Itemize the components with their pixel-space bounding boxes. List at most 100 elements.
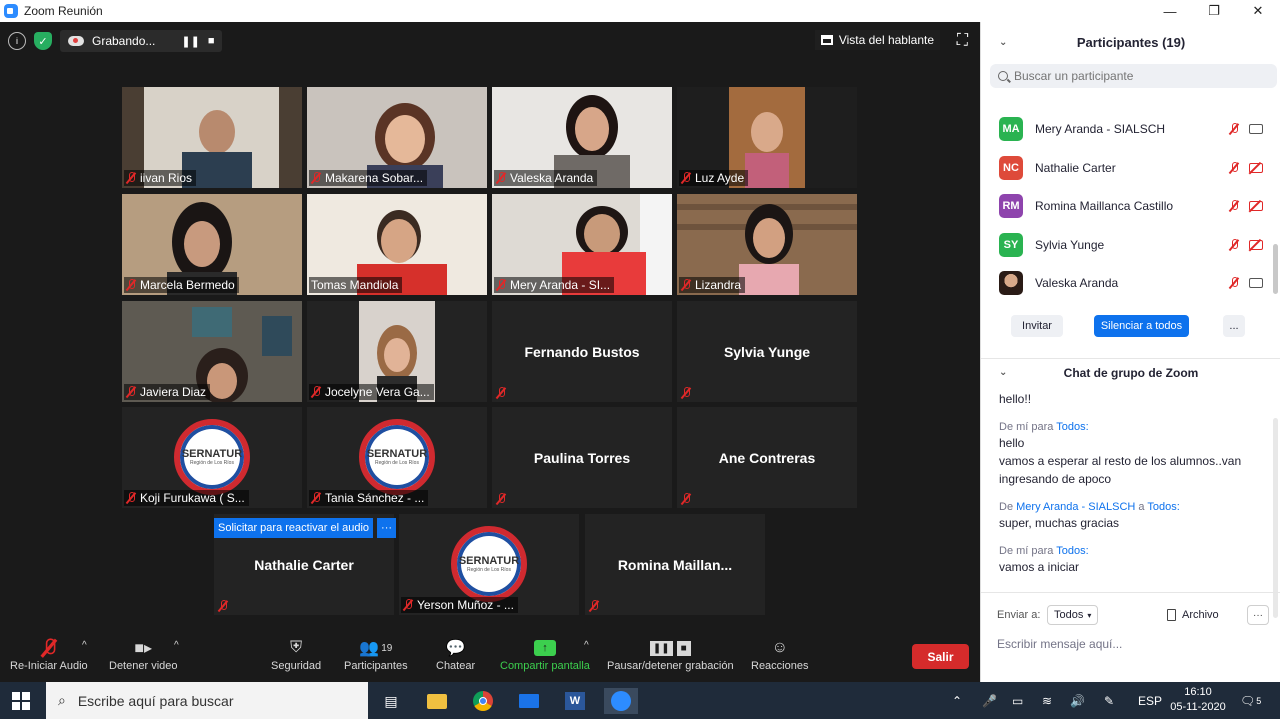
video-tile[interactable]: Valeska Aranda xyxy=(492,87,672,188)
shield-check-icon[interactable]: ✓ xyxy=(34,32,52,50)
video-tile[interactable]: Marcela Bermedo xyxy=(122,194,302,295)
meeting-area: i ✓ Grabando... ❚❚ ■ Vista del hablante … xyxy=(0,22,980,682)
tray-volume-icon[interactable]: 🔊 xyxy=(1070,682,1085,719)
tray-pen-icon[interactable]: ✎ xyxy=(1104,682,1114,719)
participant-row[interactable]: Valeska Aranda xyxy=(981,264,1271,303)
mic-muted-icon xyxy=(681,172,691,184)
chat-more-button[interactable]: ··· xyxy=(1247,605,1269,625)
mic-muted-icon xyxy=(311,172,321,184)
video-tile[interactable]: iivan Rios xyxy=(122,87,302,188)
notifications-icon[interactable]: 🗨 5 xyxy=(1240,682,1261,719)
meeting-toolbar: Re-Iniciar Audio ^ ■▸ Detener video ^ ⛨ … xyxy=(0,632,980,682)
tile-more-button[interactable]: ··· xyxy=(377,518,397,538)
participants-more-button[interactable]: ... xyxy=(1223,315,1245,337)
video-tile[interactable]: Mery Aranda - SI... xyxy=(492,194,672,295)
video-tile[interactable]: Makarena Sobar... xyxy=(307,87,487,188)
avatar: SY xyxy=(999,232,1023,257)
mute-all-button[interactable]: Silenciar a todos xyxy=(1094,315,1189,337)
avatar-photo xyxy=(999,271,1023,296)
participant-search-input[interactable] xyxy=(1014,69,1254,83)
minimize-button[interactable]: — xyxy=(1148,0,1192,22)
file-explorer-icon[interactable] xyxy=(424,688,450,714)
share-screen-button[interactable]: ↑ Compartir pantalla xyxy=(500,636,590,672)
video-tile-active-speaker[interactable]: Tomas Mandiola xyxy=(307,194,487,295)
tile-name-label: Luz Ayde xyxy=(679,170,749,186)
participant-row[interactable]: RM Romina Maillanca Castillo xyxy=(981,187,1271,226)
logo-tile[interactable]: SERNATUR Región de Los Ríos Yerson Muñoz … xyxy=(399,514,579,615)
participant-search[interactable] xyxy=(990,64,1277,88)
participant-row[interactable]: MA Mery Aranda - SIALSCH xyxy=(981,110,1271,149)
audio-options-caret-icon[interactable]: ^ xyxy=(82,640,87,651)
chevron-down-icon: ▾ xyxy=(1087,610,1092,620)
participants-button[interactable]: 👥 19 Participantes xyxy=(344,636,408,672)
participant-row[interactable]: NC Nathalie Carter xyxy=(981,149,1271,188)
name-tile[interactable]: Sylvia Yunge xyxy=(677,301,857,402)
leave-meeting-button[interactable]: Salir xyxy=(912,644,969,669)
sernatur-logo: SERNATUR Región de Los Ríos xyxy=(174,419,250,495)
mic-muted-icon xyxy=(589,600,599,612)
info-icon[interactable]: i xyxy=(8,32,26,50)
close-button[interactable]: ✕ xyxy=(1236,0,1280,22)
logo-tile[interactable]: SERNATUR Región de Los Ríos Koji Furukawa… xyxy=(122,407,302,508)
tray-mic-icon[interactable]: 🎤 xyxy=(982,682,997,719)
taskbar-clock[interactable]: 16:10 05-11-2020 xyxy=(1166,685,1230,715)
name-tile[interactable]: Ane Contreras xyxy=(677,407,857,508)
tile-name-label: Lizandra xyxy=(679,277,746,293)
recording-indicator: Grabando... ❚❚ ■ xyxy=(60,30,223,52)
collapse-chevron-icon[interactable]: ⌄ xyxy=(999,37,1007,48)
pause-stop-icon: ❚❚ ■ xyxy=(649,636,691,660)
video-tile[interactable]: Lizandra xyxy=(677,194,857,295)
shield-icon: ⛨ xyxy=(290,639,303,656)
tray-expand-icon[interactable]: ⌃ xyxy=(952,682,962,719)
tray-language[interactable]: ESP xyxy=(1138,682,1162,719)
tray-wifi-icon[interactable]: ≋ xyxy=(1042,682,1052,719)
participants-title: Participantes (19) xyxy=(1076,34,1186,50)
zoom-taskbar-icon[interactable] xyxy=(604,688,638,714)
invite-button[interactable]: Invitar xyxy=(1011,315,1063,337)
video-options-caret-icon[interactable]: ^ xyxy=(174,640,179,651)
windows-start-icon[interactable] xyxy=(12,692,30,710)
video-button[interactable]: ■▸ Detener video xyxy=(109,636,178,672)
stop-recording-icon[interactable]: ■ xyxy=(208,35,215,47)
name-tile[interactable]: Romina Maillan... xyxy=(585,514,765,615)
video-tile[interactable]: Javiera Diaz xyxy=(122,301,302,402)
sernatur-logo: SERNATUR Región de Los Ríos xyxy=(359,419,435,495)
mic-muted-icon xyxy=(1229,161,1239,174)
word-icon[interactable]: W xyxy=(562,688,588,714)
fullscreen-icon[interactable]: ⛶ xyxy=(957,32,968,50)
sernatur-logo: SERNATUR Región de Los Ríos xyxy=(451,526,527,602)
pause-recording-icon[interactable]: ❚❚ xyxy=(181,35,199,48)
name-tile[interactable]: Paulina Torres xyxy=(492,407,672,508)
reactions-button[interactable]: ☺ Reacciones xyxy=(751,636,808,672)
tile-name-label: Koji Furukawa ( S... xyxy=(124,490,249,506)
file-button[interactable]: Archivo xyxy=(1167,609,1219,621)
mail-icon[interactable] xyxy=(516,688,542,714)
logo-tile[interactable]: SERNATUR Región de Los Ríos Tania Sánchez… xyxy=(307,407,487,508)
request-unmute-button[interactable]: Solicitar para reactivar el audio xyxy=(214,518,374,538)
chrome-icon[interactable] xyxy=(470,688,496,714)
pause-stop-recording-button[interactable]: ❚❚ ■ Pausar/detener grabación xyxy=(607,636,734,672)
task-view-icon[interactable]: ▤ xyxy=(378,688,404,714)
chat-message-input[interactable] xyxy=(997,635,1267,653)
reaction-smiley-icon: ☺ xyxy=(771,639,788,656)
mic-muted-icon xyxy=(496,279,506,291)
taskbar-search[interactable]: ⌕ Escribe aquí para buscar xyxy=(46,682,368,719)
tray-battery-icon[interactable]: ▭ xyxy=(1012,682,1023,719)
collapse-chevron-icon[interactable]: ⌄ xyxy=(999,367,1007,378)
name-tile[interactable]: Fernando Bustos xyxy=(492,301,672,402)
send-to-select[interactable]: Todos ▾ xyxy=(1047,605,1099,625)
chat-scrollbar[interactable] xyxy=(1273,418,1278,618)
participant-row[interactable]: SY Sylvia Yunge xyxy=(981,226,1271,265)
participants-scrollbar[interactable] xyxy=(1273,94,1278,304)
speaker-view-icon xyxy=(820,35,833,45)
share-options-caret-icon[interactable]: ^ xyxy=(584,640,589,651)
audio-button[interactable]: Re-Iniciar Audio xyxy=(10,636,88,672)
tile-display-name: Romina Maillan... xyxy=(617,556,733,573)
video-tile[interactable]: Luz Ayde xyxy=(677,87,857,188)
video-tile[interactable]: Jocelyne Vera Ga... xyxy=(307,301,487,402)
speaker-view-button[interactable]: Vista del hablante xyxy=(814,30,940,50)
tile-display-name: Nathalie Carter xyxy=(254,556,354,573)
restore-button[interactable]: ❐ xyxy=(1192,0,1236,22)
chat-button[interactable]: 💬 Chatear xyxy=(436,636,475,672)
security-button[interactable]: ⛨ Seguridad xyxy=(271,636,321,672)
